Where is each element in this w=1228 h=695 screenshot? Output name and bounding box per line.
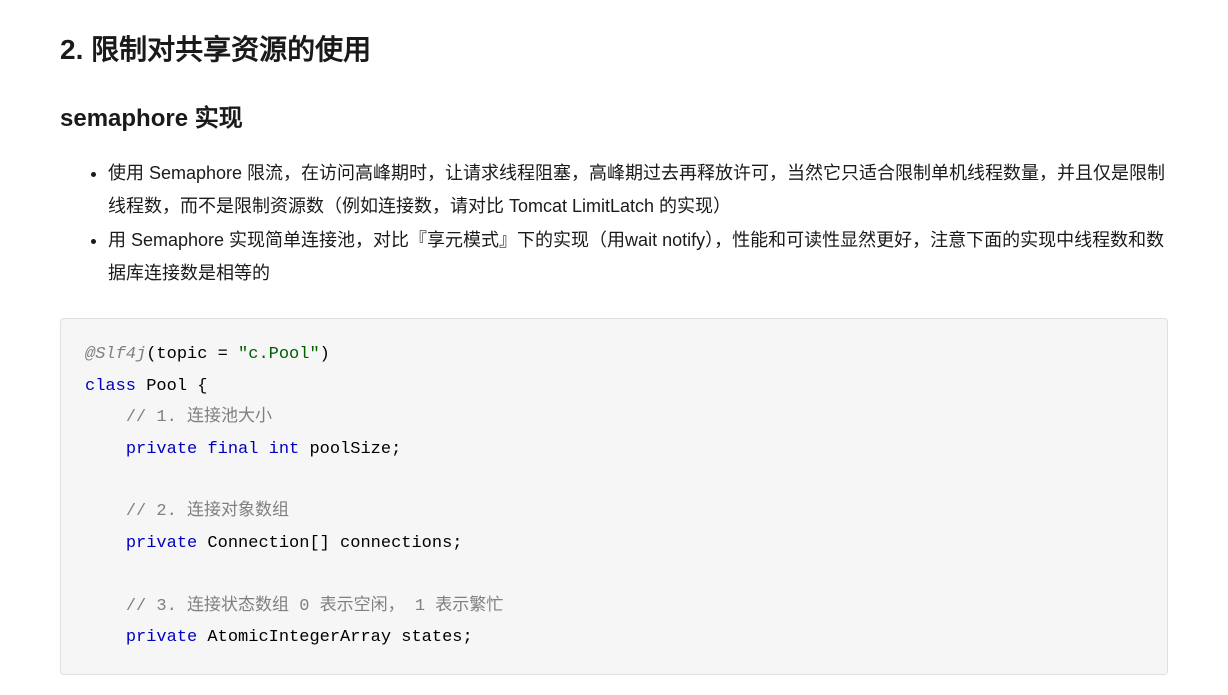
code-keyword: class bbox=[85, 377, 136, 396]
code-keyword: private bbox=[126, 534, 197, 553]
code-field: Connection[] connections; bbox=[197, 534, 462, 553]
code-field: poolSize; bbox=[299, 440, 401, 459]
code-field: AtomicIntegerArray states; bbox=[197, 628, 472, 647]
code-comment: // 3. 连接状态数组 0 表示空闲， 1 表示繁忙 bbox=[126, 597, 503, 616]
code-keyword: int bbox=[269, 440, 300, 459]
subsection-heading: semaphore 实现 bbox=[60, 98, 1168, 133]
list-item: 使用 Semaphore 限流，在访问高峰期时，让请求线程阻塞，高峰期过去再释放… bbox=[108, 157, 1168, 224]
code-punct: ( bbox=[146, 345, 156, 364]
bullet-list: 使用 Semaphore 限流，在访问高峰期时，让请求线程阻塞，高峰期过去再释放… bbox=[60, 157, 1168, 290]
code-annotation: @Slf4j bbox=[85, 345, 146, 364]
code-attr: topic = bbox=[156, 345, 238, 364]
section-heading: 2. 限制对共享资源的使用 bbox=[60, 28, 1168, 68]
code-comment: // 1. 连接池大小 bbox=[126, 408, 272, 427]
code-block: @Slf4j(topic = "c.Pool") class Pool { //… bbox=[60, 318, 1168, 674]
code-keyword: private bbox=[126, 440, 197, 459]
code-keyword: private bbox=[126, 628, 197, 647]
code-string: "c.Pool" bbox=[238, 345, 320, 364]
list-item: 用 Semaphore 实现简单连接池，对比『享元模式』下的实现（用wait n… bbox=[108, 224, 1168, 291]
code-classname: Pool bbox=[146, 377, 187, 396]
code-punct: { bbox=[187, 377, 207, 396]
code-punct: ) bbox=[320, 345, 330, 364]
code-keyword: final bbox=[207, 440, 258, 459]
code-comment: // 2. 连接对象数组 bbox=[126, 502, 289, 521]
